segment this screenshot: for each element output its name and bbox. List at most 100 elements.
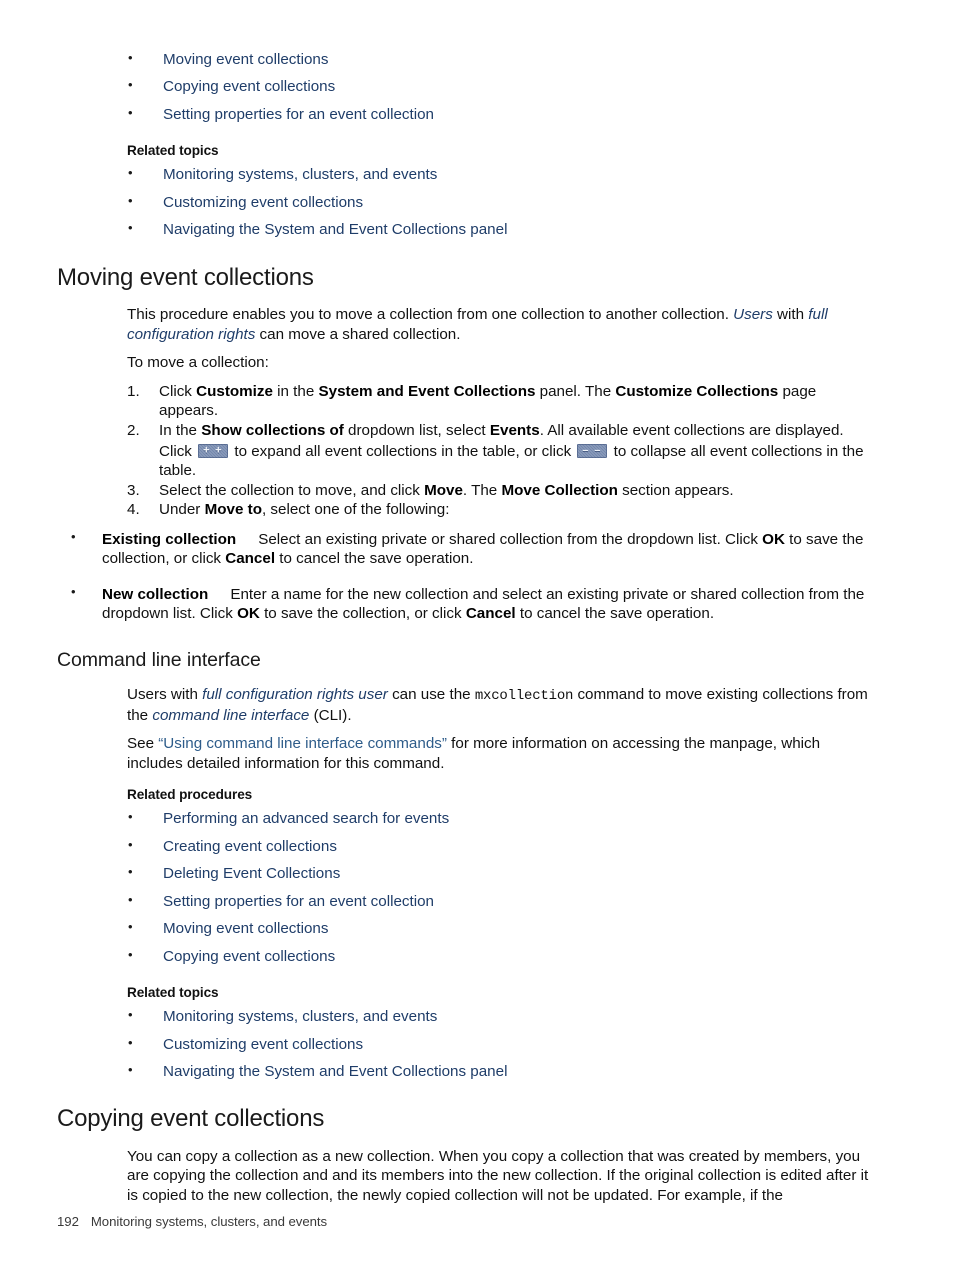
document-page: Moving event collections Copying event co…: [0, 0, 954, 1271]
body-text: panel. The: [535, 382, 616, 400]
emphasis-text: Move: [424, 481, 463, 499]
step-number: 1.: [127, 382, 140, 400]
body-text: in the: [272, 382, 319, 400]
step-number: 2.: [127, 421, 140, 439]
emphasis-text: Move Collection: [501, 481, 618, 499]
moving-lead-in: To move a collection:: [127, 354, 269, 372]
list-item: Customizing event collections: [57, 194, 869, 211]
related-procedure-link[interactable]: Creating event collections: [163, 838, 337, 855]
emphasis-text: Move to: [204, 501, 262, 519]
xref-link[interactable]: Moving event collections: [163, 51, 328, 68]
command-name: mxcollection: [474, 688, 574, 705]
option-description: Enter a name for the new collection and …: [102, 586, 864, 622]
moving-intro-text-1: This procedure enables you to move a col…: [127, 306, 734, 324]
top-related-topics-list: Monitoring systems, clusters, and events…: [57, 166, 869, 238]
body-text: In the: [159, 421, 202, 439]
body-text: Users with: [127, 686, 203, 704]
procedure-step: 2. In the Show collections of dropdown li…: [57, 421, 869, 481]
related-topic-link[interactable]: Monitoring systems, clusters, and events: [163, 166, 437, 183]
related-topics-heading-top: Related topics: [127, 143, 219, 159]
xref-link[interactable]: Setting properties for an event collecti…: [163, 106, 434, 123]
page-content: Moving event collections Copying event co…: [57, 51, 869, 1205]
related-topic-link[interactable]: Customizing event collections: [163, 1036, 363, 1053]
related-procedure-link[interactable]: Copying event collections: [163, 948, 335, 965]
page-footer: 192 Monitoring systems, clusters, and eve…: [57, 1214, 327, 1229]
body-text: . The: [462, 481, 502, 499]
related-procedure-link[interactable]: Setting properties for an event collecti…: [163, 893, 434, 910]
related-topic-link[interactable]: Navigating the System and Event Collecti…: [163, 1063, 507, 1080]
emphasis-text: Cancel: [465, 605, 516, 623]
copying-paragraph: You can copy a collection as a new colle…: [127, 1148, 869, 1204]
related-topic-link[interactable]: Monitoring systems, clusters, and events: [163, 1008, 437, 1025]
step-text: Under Move to, select one of the followi…: [159, 501, 449, 518]
cli-paragraph-1: Users with full configuration rights use…: [57, 685, 869, 725]
emphasis-text: Cancel: [225, 550, 276, 568]
emphasis-text: Customize Collections: [615, 382, 779, 400]
procedure-step: 3. Select the collection to move, and cli…: [57, 481, 869, 500]
list-item: Performing an advanced search for events: [57, 810, 869, 827]
list-item: Monitoring systems, clusters, and events: [57, 1008, 869, 1025]
top-xref-list: Moving event collections Copying event co…: [57, 51, 869, 123]
option-term: Existing collection: [102, 530, 237, 548]
list-item: Creating event collections: [57, 838, 869, 855]
related-procedure-link[interactable]: Moving event collections: [163, 920, 328, 937]
xref-link[interactable]: Copying event collections: [163, 78, 335, 95]
step-text: Select the collection to move, and click…: [159, 482, 734, 499]
collapse-all-icon[interactable]: – –: [577, 444, 608, 459]
body-text: Select the collection to move, and click: [159, 481, 425, 499]
related-procedures-heading: Related procedures: [127, 787, 253, 803]
option-term: New collection: [102, 585, 209, 603]
moving-steps-list: 1. Click Customize in the System and Even…: [57, 382, 869, 520]
related-procedure-link[interactable]: Performing an advanced search for events: [163, 810, 449, 827]
list-item: Copying event collections: [57, 948, 869, 965]
body-text: can use the: [387, 686, 475, 704]
emphasis-text: System and Event Collections: [318, 382, 536, 400]
list-item: Deleting Event Collections: [57, 865, 869, 882]
procedure-step: 1. Click Customize in the System and Even…: [57, 382, 869, 421]
list-item: Moving event collections: [57, 920, 869, 937]
body-text: Under: [159, 501, 205, 519]
related-topics-heading-bottom: Related topics: [127, 985, 219, 1001]
list-item: Navigating the System and Event Collecti…: [57, 221, 869, 238]
section-title-moving: Moving event collections: [57, 263, 314, 291]
emphasis-text: OK: [762, 530, 785, 548]
body-text: , select one of the following:: [261, 501, 450, 519]
moving-intro-text-3: can move a shared collection.: [255, 325, 461, 343]
step-text: Click Customize in the System and Event …: [159, 383, 816, 419]
cross-reference-link[interactable]: command line interface: [152, 707, 309, 724]
list-item: Navigating the System and Event Collecti…: [57, 1063, 869, 1080]
step-text: In the Show collections of dropdown list…: [159, 422, 844, 439]
body-text: Click: [159, 382, 197, 400]
bottom-related-topics-list: Monitoring systems, clusters, and events…: [57, 1008, 869, 1080]
step-text-continued: Click + + to expand all event collections…: [159, 442, 869, 481]
related-procedures-list: Performing an advanced search for events…: [57, 810, 869, 965]
body-text: (CLI).: [309, 706, 352, 724]
body-text: dropdown list, select: [343, 421, 490, 439]
section-title-cli: Command line interface: [57, 648, 261, 671]
related-topic-link[interactable]: Navigating the System and Event Collecti…: [163, 221, 507, 238]
body-text: . All available event collections are di…: [539, 421, 844, 439]
moving-intro-paragraph: This procedure enables you to move a col…: [57, 305, 869, 344]
cross-reference-link[interactable]: full configuration rights user: [202, 686, 388, 703]
related-topic-link[interactable]: Customizing event collections: [163, 194, 363, 211]
body-text: Click: [159, 443, 197, 461]
move-to-options-list: Existing collection Select an existing pr…: [57, 529, 869, 624]
body-text: to expand all event collections in the t…: [230, 443, 576, 461]
option-list-item: New collectionEnter a name for the new c…: [57, 584, 869, 624]
emphasis-text: Events: [489, 421, 540, 439]
body-text: section appears.: [617, 481, 734, 499]
step-number: 3.: [127, 481, 140, 499]
footer-chapter-title: Monitoring systems, clusters, and events: [90, 1214, 328, 1229]
link-users[interactable]: Users: [733, 306, 773, 323]
expand-all-icon[interactable]: + +: [198, 444, 229, 459]
emphasis-text: OK: [237, 605, 260, 623]
emphasis-text: Show collections of: [201, 421, 344, 439]
list-item: Moving event collections: [57, 51, 869, 68]
list-item: Copying event collections: [57, 78, 869, 95]
body-text: See: [127, 735, 159, 753]
list-item: Setting properties for an event collecti…: [57, 106, 869, 123]
cross-reference-link[interactable]: “Using command line interface commands”: [158, 735, 447, 752]
list-item: Setting properties for an event collecti…: [57, 893, 869, 910]
emphasis-text: Customize: [196, 382, 273, 400]
related-procedure-link[interactable]: Deleting Event Collections: [163, 865, 340, 882]
